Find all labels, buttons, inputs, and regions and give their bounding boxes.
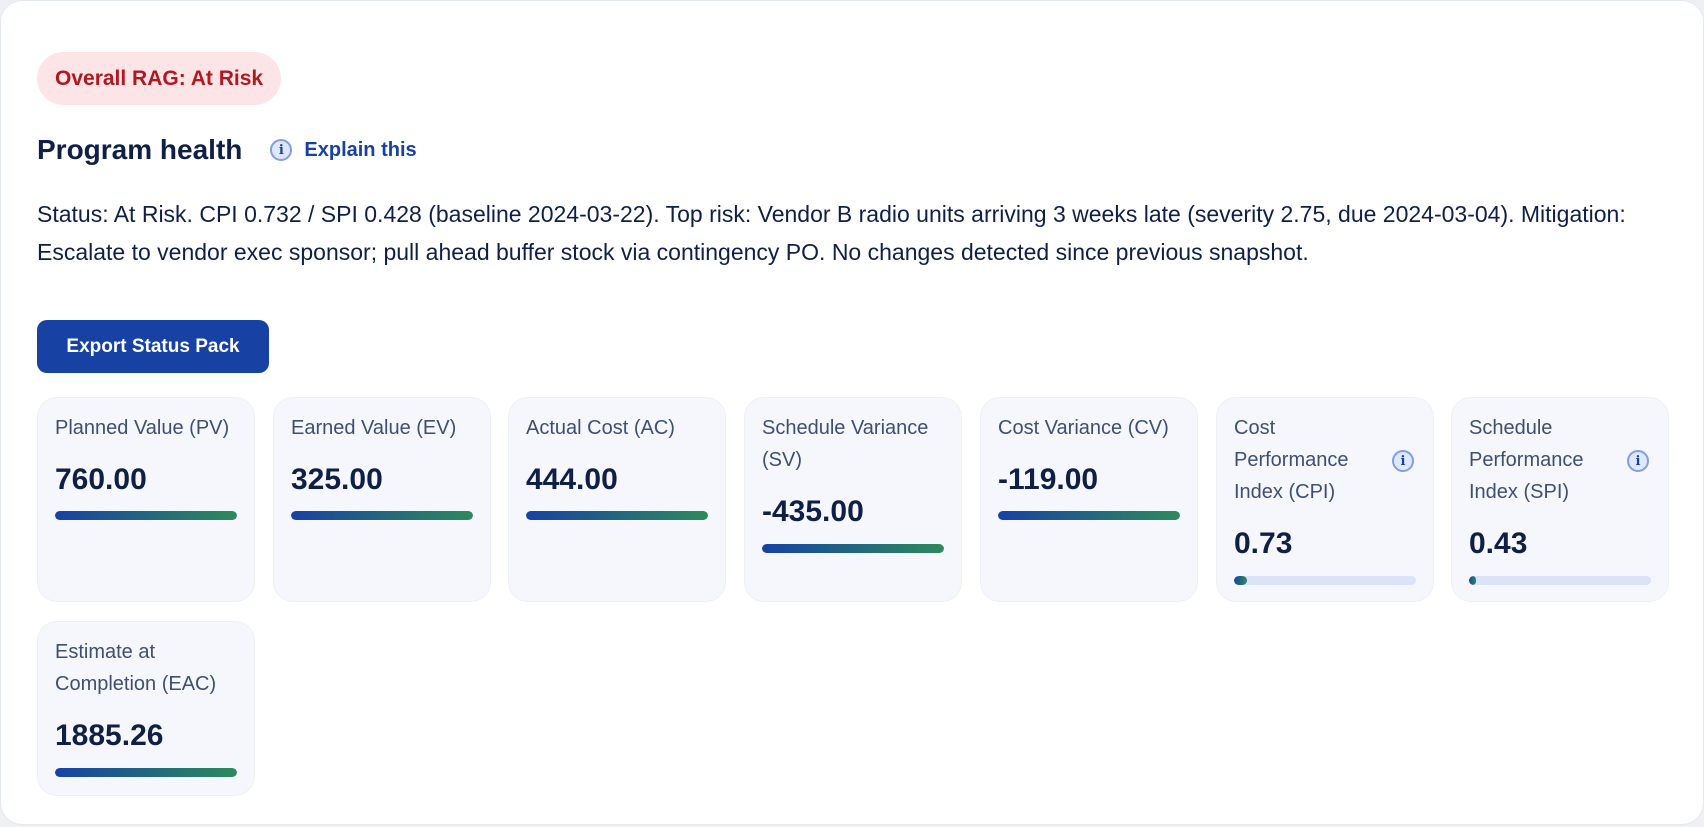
metric-progress-fill <box>526 511 708 520</box>
metric-label: Schedule Performance Index (SPI) <box>1469 417 1584 503</box>
metric-progress-bar <box>291 511 473 520</box>
overall-rag-badge: Overall RAG: At Risk <box>37 52 282 105</box>
metric-progress-fill <box>1234 576 1247 585</box>
metric-label: Cost Performance Index (CPI) <box>1234 417 1349 503</box>
metric-value: 1885.26 <box>55 719 164 752</box>
metric-progress-fill <box>291 511 473 520</box>
explain-this-label: Explain this <box>304 138 417 161</box>
metric-label: Earned Value (EV) <box>291 417 457 439</box>
metric-value: 0.43 <box>1469 527 1528 560</box>
metric-card-sv: Schedule Variance (SV) -435.00 <box>744 397 962 602</box>
metric-value: 0.73 <box>1234 527 1293 560</box>
metric-progress-bar <box>998 511 1180 520</box>
metric-label: Cost Variance (CV) <box>998 417 1169 439</box>
metric-card-eac: Estimate at Completion (EAC) 1885.26 <box>37 621 255 796</box>
explain-this-link[interactable]: i Explain this <box>270 138 417 162</box>
metric-progress-fill <box>998 511 1180 520</box>
program-health-header: Program health i Explain this <box>37 127 417 173</box>
spi-info-icon[interactable]: i <box>1627 450 1649 472</box>
metric-progress-fill <box>762 544 944 553</box>
metric-card-ac: Actual Cost (AC) 444.00 <box>508 397 726 602</box>
metric-card-pv: Planned Value (PV) 760.00 <box>37 397 255 602</box>
metric-value: -119.00 <box>998 463 1099 496</box>
metric-card-cpi: Cost Performance Index (CPI) i 0.73 <box>1216 397 1434 602</box>
status-summary: Status: At Risk. CPI 0.732 / SPI 0.428 (… <box>37 201 1626 265</box>
metric-value: 444.00 <box>526 463 618 496</box>
cpi-info-icon[interactable]: i <box>1392 450 1414 472</box>
metric-card-cv: Cost Variance (CV) -119.00 <box>980 397 1198 602</box>
metric-progress-fill <box>1469 576 1477 585</box>
page-title: Program health <box>37 134 243 165</box>
metric-progress-bar <box>55 511 237 520</box>
metric-progress-bar <box>1234 576 1416 585</box>
metric-value: -435.00 <box>762 495 864 528</box>
metric-card-spi: Schedule Performance Index (SPI) i 0.43 <box>1451 397 1669 602</box>
metric-label: Schedule Variance (SV) <box>762 417 929 471</box>
export-status-pack-button[interactable]: Export Status Pack <box>37 320 269 373</box>
metric-progress-fill <box>55 768 237 777</box>
metric-value: 760.00 <box>55 463 147 496</box>
program-health-panel: Overall RAG: At Risk Program health i Ex… <box>0 0 1704 825</box>
metric-progress-bar <box>55 768 237 777</box>
metric-progress-fill <box>55 511 237 520</box>
metric-progress-bar <box>762 544 944 553</box>
metric-card-ev: Earned Value (EV) 325.00 <box>273 397 491 602</box>
metric-progress-bar <box>1469 576 1651 585</box>
metric-value: 325.00 <box>291 463 383 496</box>
metric-progress-bar <box>526 511 708 520</box>
metric-label: Actual Cost (AC) <box>526 417 675 439</box>
info-icon: i <box>270 139 293 161</box>
metric-label: Planned Value (PV) <box>55 417 230 439</box>
metric-label: Estimate at Completion (EAC) <box>55 641 217 695</box>
